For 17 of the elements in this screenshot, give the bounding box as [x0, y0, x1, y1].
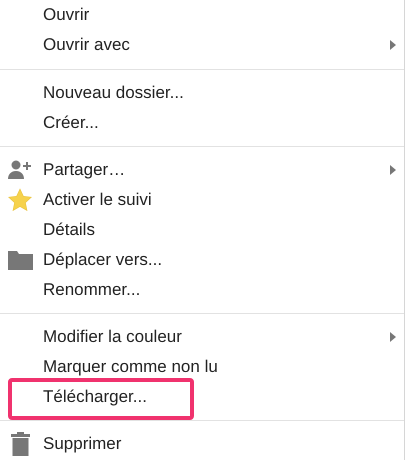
menu-item[interactable]: Activer le suivi	[43, 189, 152, 211]
star-icon	[8, 188, 32, 212]
menu-item[interactable]: Télécharger...	[43, 386, 147, 408]
menu-item[interactable]: Ouvrir avec	[43, 34, 130, 56]
menu-item[interactable]: Supprimer	[43, 433, 122, 455]
menu-item[interactable]: Détails	[43, 219, 95, 241]
menu-item[interactable]: Renommer...	[43, 279, 140, 301]
menu-item[interactable]: Ouvrir	[43, 4, 90, 26]
menu-item[interactable]: Créer...	[43, 112, 99, 134]
folder-icon	[8, 251, 33, 270]
menu-item[interactable]: Partager…	[43, 159, 126, 181]
menu-item[interactable]: Modifier la couleur	[43, 326, 182, 348]
person-add-icon	[8, 160, 31, 179]
trash-icon	[11, 432, 30, 456]
menu-item[interactable]: Marquer comme non lu	[43, 356, 218, 378]
menu-item[interactable]: Nouveau dossier...	[43, 82, 184, 104]
menu-item[interactable]: Déplacer vers...	[43, 249, 162, 271]
